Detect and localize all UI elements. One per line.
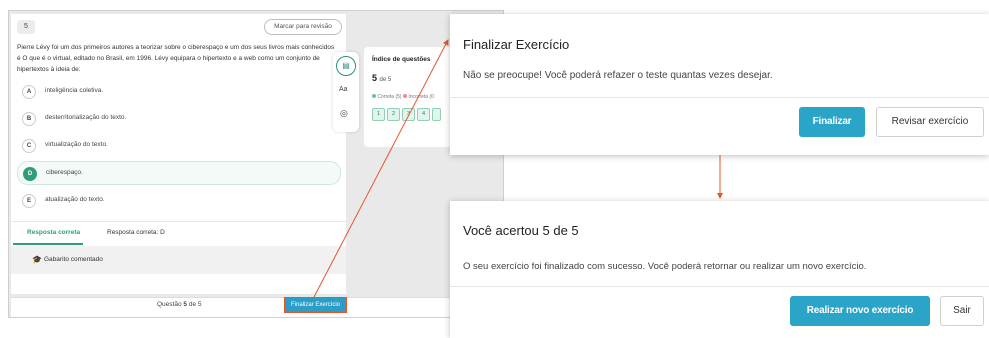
finalize-button[interactable]: Finalizar [799, 107, 865, 137]
new-exercise-button[interactable]: Realizar novo exercício [790, 296, 930, 326]
exit-button[interactable]: Sair [940, 296, 984, 326]
review-exercise-button[interactable]: Revisar exercício [876, 107, 984, 137]
arrow-to-finalize-modal [313, 39, 449, 298]
finalize-modal-title: Finalizar Exercício [463, 37, 570, 52]
finalize-modal-message: Não se preocupe! Você poderá refazer o t… [463, 70, 773, 81]
divider [450, 97, 989, 98]
divider [450, 286, 989, 287]
result-modal-message: O seu exercício foi finalizado com suces… [463, 261, 867, 272]
result-modal-title: Você acertou 5 de 5 [463, 223, 579, 238]
